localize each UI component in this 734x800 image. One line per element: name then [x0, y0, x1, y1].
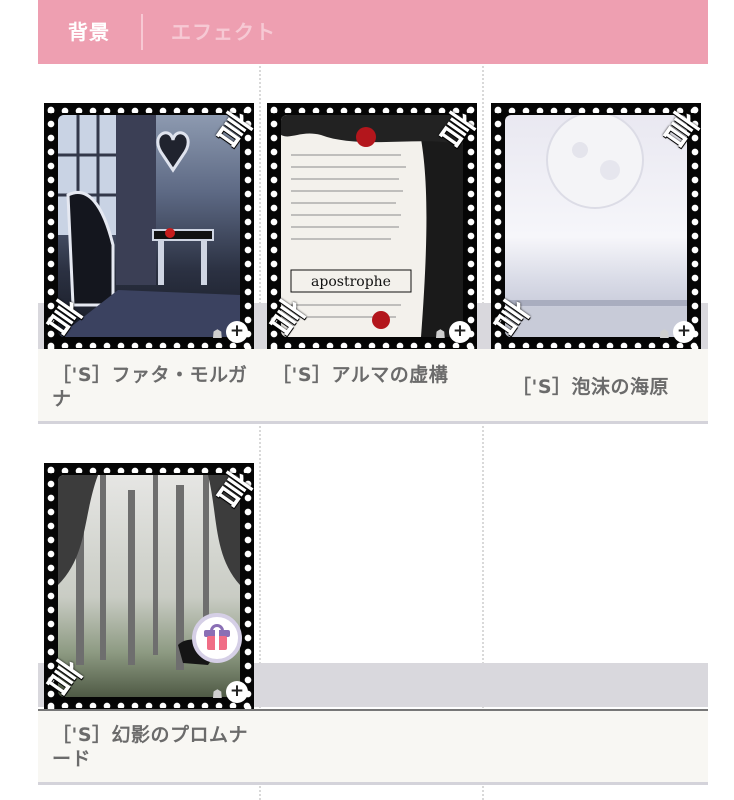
background-item-fata-morgana[interactable]: 言 言 ☗ + — [44, 103, 254, 349]
item-title: ［'S］ファタ・モルガナ — [52, 364, 248, 410]
item-title: ［'S］幻影のプロムナード — [52, 724, 249, 770]
tab-divider — [141, 14, 143, 50]
zoom-icon[interactable]: + — [673, 321, 695, 343]
zoom-icon[interactable]: + — [226, 681, 248, 703]
background-item-alma[interactable]: apostrophe 言 言 ☗ + — [267, 103, 477, 349]
tab-effect[interactable]: エフェクト — [171, 16, 276, 48]
background-item-utakata[interactable]: 言 言 ☗ + — [491, 103, 701, 349]
zoom-icon[interactable]: + — [449, 321, 471, 343]
item-thumbnail: apostrophe — [281, 115, 463, 337]
row-divider — [38, 421, 708, 424]
item-thumbnail — [58, 475, 240, 697]
background-item-promenade[interactable]: 言 言 ☗ + — [44, 463, 254, 709]
item-thumbnail — [505, 115, 687, 337]
row-divider — [38, 782, 708, 785]
image-caption: apostrophe — [311, 274, 391, 290]
zoom-icon[interactable]: + — [226, 321, 248, 343]
item-title: ［'S］泡沫の海原 — [512, 376, 670, 398]
ghost-icon: ☗ — [212, 327, 223, 341]
tab-background[interactable]: 背景 — [68, 16, 110, 48]
gift-icon — [192, 613, 242, 663]
item-title: ［'S］アルマの虚構 — [272, 364, 449, 386]
ghost-icon: ☗ — [212, 687, 223, 701]
ghost-icon: ☗ — [659, 327, 670, 341]
ghost-icon: ☗ — [435, 327, 446, 341]
tab-bar: 背景 エフェクト — [38, 0, 708, 64]
item-thumbnail — [58, 115, 240, 337]
